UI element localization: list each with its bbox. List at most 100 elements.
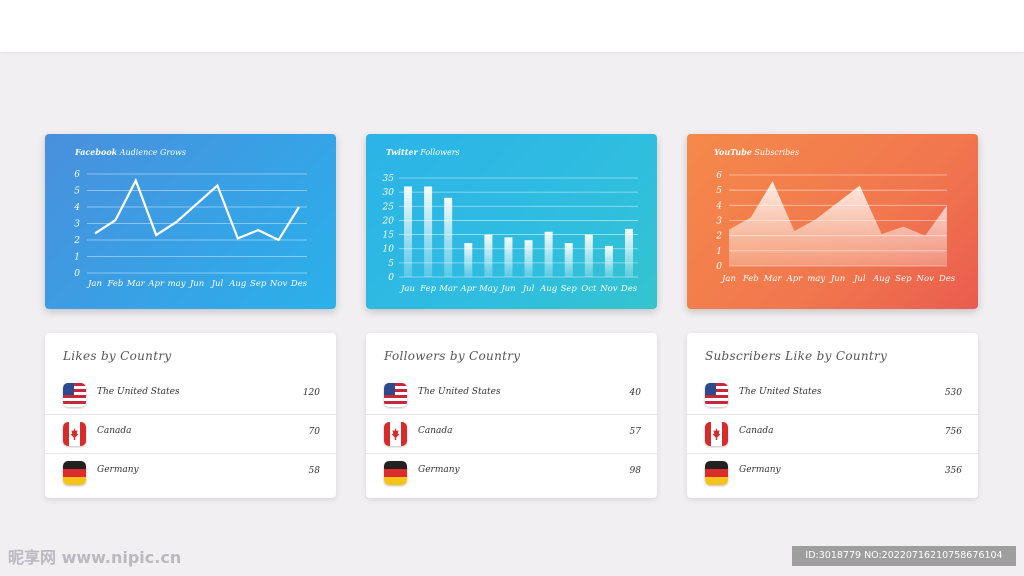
bar: [544, 231, 553, 277]
country-name: Canada: [418, 426, 453, 436]
y-tick-label: 15: [383, 231, 395, 241]
x-tick-label: Oct: [581, 284, 597, 294]
country-name: Germany: [739, 465, 781, 475]
bar: [464, 243, 473, 277]
bar: [584, 234, 593, 277]
list-row: The United States 120: [45, 376, 336, 415]
y-tick-label: 5: [74, 187, 80, 197]
followers-by-country-card: Followers by Country The United States 4…: [366, 333, 657, 498]
y-tick-label: 0: [388, 273, 394, 283]
y-tick-label: 4: [73, 203, 80, 213]
x-tick-label: Aug: [539, 284, 558, 294]
x-tick-label: Nov: [599, 284, 618, 294]
y-tick-label: 0: [716, 262, 722, 272]
series-area: [729, 181, 947, 266]
list-title: Subscribers Like by Country: [705, 349, 888, 363]
watermark-id: ID:3018779 NO:20220716210758676104: [792, 546, 1016, 566]
country-value: 120: [302, 388, 320, 398]
country-value: 98: [629, 466, 641, 476]
country-name: The United States: [418, 387, 501, 397]
list-row: Canada 57: [366, 415, 657, 454]
bar: [424, 186, 433, 277]
x-tick-label: Mar: [126, 279, 146, 289]
country-name: Canada: [97, 426, 132, 436]
x-tick-label: Nov: [916, 274, 935, 284]
country-value: 756: [944, 427, 962, 437]
country-value: 57: [629, 427, 641, 437]
facebook-chart-card: Facebook Audience Grows 0 1 2 3 4 5 6 Jan Feb Mar…: [45, 134, 336, 309]
x-tick-label: Jau: [399, 284, 415, 294]
bar: [604, 245, 613, 277]
x-tick-label: Mar: [763, 274, 783, 284]
list-row: The United States 40: [366, 376, 657, 415]
y-tick-label: 35: [383, 174, 395, 184]
x-tick-label: Aug: [228, 279, 247, 289]
y-tick-label: 2: [715, 232, 722, 242]
y-tick-label: 1: [74, 253, 80, 263]
x-tick-label: May: [478, 284, 498, 294]
x-tick-label: Jul: [521, 284, 535, 294]
x-tick-label: Feb: [742, 274, 759, 284]
list-row: Germany 98: [366, 454, 657, 492]
x-tick-label: Nov: [269, 279, 288, 289]
x-tick-label: Sep: [250, 279, 267, 289]
country-value: 356: [944, 466, 962, 476]
list-row: Germany 58: [45, 454, 336, 492]
y-tick-label: 10: [383, 245, 395, 255]
x-tick-label: Apr: [786, 274, 804, 284]
us-flag-icon: [384, 383, 407, 407]
bar: [625, 228, 633, 277]
x-tick-label: Jul: [210, 279, 224, 289]
list-title: Followers by Country: [384, 349, 521, 363]
y-tick-label: 25: [382, 202, 395, 212]
y-tick-label: 20: [382, 216, 395, 226]
x-tick-label: Apr: [147, 279, 165, 289]
y-tick-label: 4: [715, 201, 722, 211]
bar: [404, 186, 412, 277]
list-row: Canada 70: [45, 415, 336, 454]
germany-flag-icon: [384, 461, 407, 485]
youtube-area-chart: 0 1 2 3 4 5 6 Jan Feb Mar Apr may Jun Jul Aug Sep Nov Des: [715, 171, 955, 284]
country-name: Germany: [97, 465, 139, 475]
list-row: The United States 530: [687, 376, 978, 415]
y-tick-label: 5: [388, 259, 394, 269]
list-row: Germany 356: [687, 454, 978, 492]
x-tick-label: Fep: [419, 284, 436, 294]
us-flag-icon: [705, 383, 728, 407]
bar: [504, 237, 513, 277]
x-tick-label: Mar: [438, 284, 458, 294]
y-tick-label: 30: [383, 188, 395, 198]
bar: [564, 243, 573, 277]
country-name: The United States: [97, 387, 180, 397]
germany-flag-icon: [705, 461, 728, 485]
series-line: [94, 177, 300, 242]
watermark-logo: 昵享网 www.nipic.cn: [8, 548, 182, 567]
subscribers-by-country-card: Subscribers Like by Country The United S…: [687, 333, 978, 498]
canada-flag-icon: [384, 422, 407, 446]
y-tick-label: 1: [716, 247, 722, 257]
canada-flag-icon: [63, 422, 86, 446]
y-tick-label: 6: [716, 171, 722, 181]
y-tick-label: 3: [74, 220, 80, 230]
germany-flag-icon: [63, 461, 86, 485]
x-tick-label: Des: [290, 279, 308, 289]
bar: [524, 240, 533, 277]
x-tick-label: Jun: [499, 284, 515, 294]
country-name: The United States: [739, 387, 822, 397]
country-name: Germany: [418, 465, 460, 475]
country-value: 530: [944, 388, 962, 398]
y-tick-label: 2: [73, 236, 80, 246]
x-tick-label: may: [168, 279, 186, 289]
x-tick-label: may: [807, 274, 825, 284]
bar: [444, 197, 453, 277]
x-tick-label: Jan: [86, 279, 102, 289]
country-value: 70: [308, 427, 320, 437]
likes-by-country-card: Likes by Country The United States 120 C…: [45, 333, 336, 498]
y-tick-label: 3: [716, 217, 722, 227]
list-row: Canada 756: [687, 415, 978, 454]
twitter-chart-card: Twitter Followers 0 5 10 15 20 25 30 35 Jau Fep Ma…: [366, 134, 657, 309]
x-tick-label: Aug: [872, 274, 891, 284]
facebook-line-chart: 0 1 2 3 4 5 6 Jan Feb Mar Apr may Jun Jul Aug Sep Nov Des: [73, 170, 308, 289]
x-tick-label: Jun: [188, 279, 204, 289]
x-tick-label: Jan: [720, 274, 736, 284]
